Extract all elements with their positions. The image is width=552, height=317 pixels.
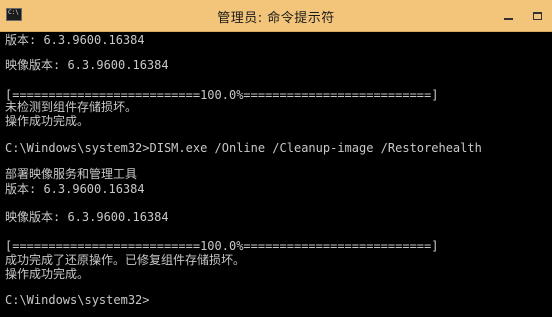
console-line: 版本: 6.3.9600.16384 bbox=[5, 33, 145, 47]
console-output[interactable]: 版本: 6.3.9600.16384 映像版本: 6.3.9600.16384 … bbox=[0, 32, 552, 317]
minimize-icon bbox=[503, 17, 513, 20]
maximize-icon bbox=[532, 11, 542, 20]
command-prompt-window: C:\ 管理员: 命令提示符 版本: 6.3.9600.16384 映像版本: … bbox=[0, 0, 552, 317]
minimize-button[interactable] bbox=[494, 0, 522, 31]
console-line: 部署映像服务和管理工具 bbox=[5, 167, 138, 181]
title-bar[interactable]: C:\ 管理员: 命令提示符 bbox=[0, 0, 552, 32]
console-line: 操作成功完成。 bbox=[5, 114, 90, 128]
prompt-line[interactable]: C:\Windows\system32> bbox=[5, 292, 150, 308]
console-line: 映像版本: 6.3.9600.16384 bbox=[5, 58, 169, 72]
window-title: 管理员: 命令提示符 bbox=[217, 11, 335, 26]
console-line: 映像版本: 6.3.9600.16384 bbox=[5, 210, 169, 224]
maximize-button[interactable] bbox=[523, 0, 551, 31]
command-line: C:\Windows\system32>DISM.exe /Online /Cl… bbox=[5, 141, 482, 155]
console-line: 版本: 6.3.9600.16384 bbox=[5, 182, 145, 196]
console-line: 操作成功完成。 bbox=[5, 267, 90, 281]
